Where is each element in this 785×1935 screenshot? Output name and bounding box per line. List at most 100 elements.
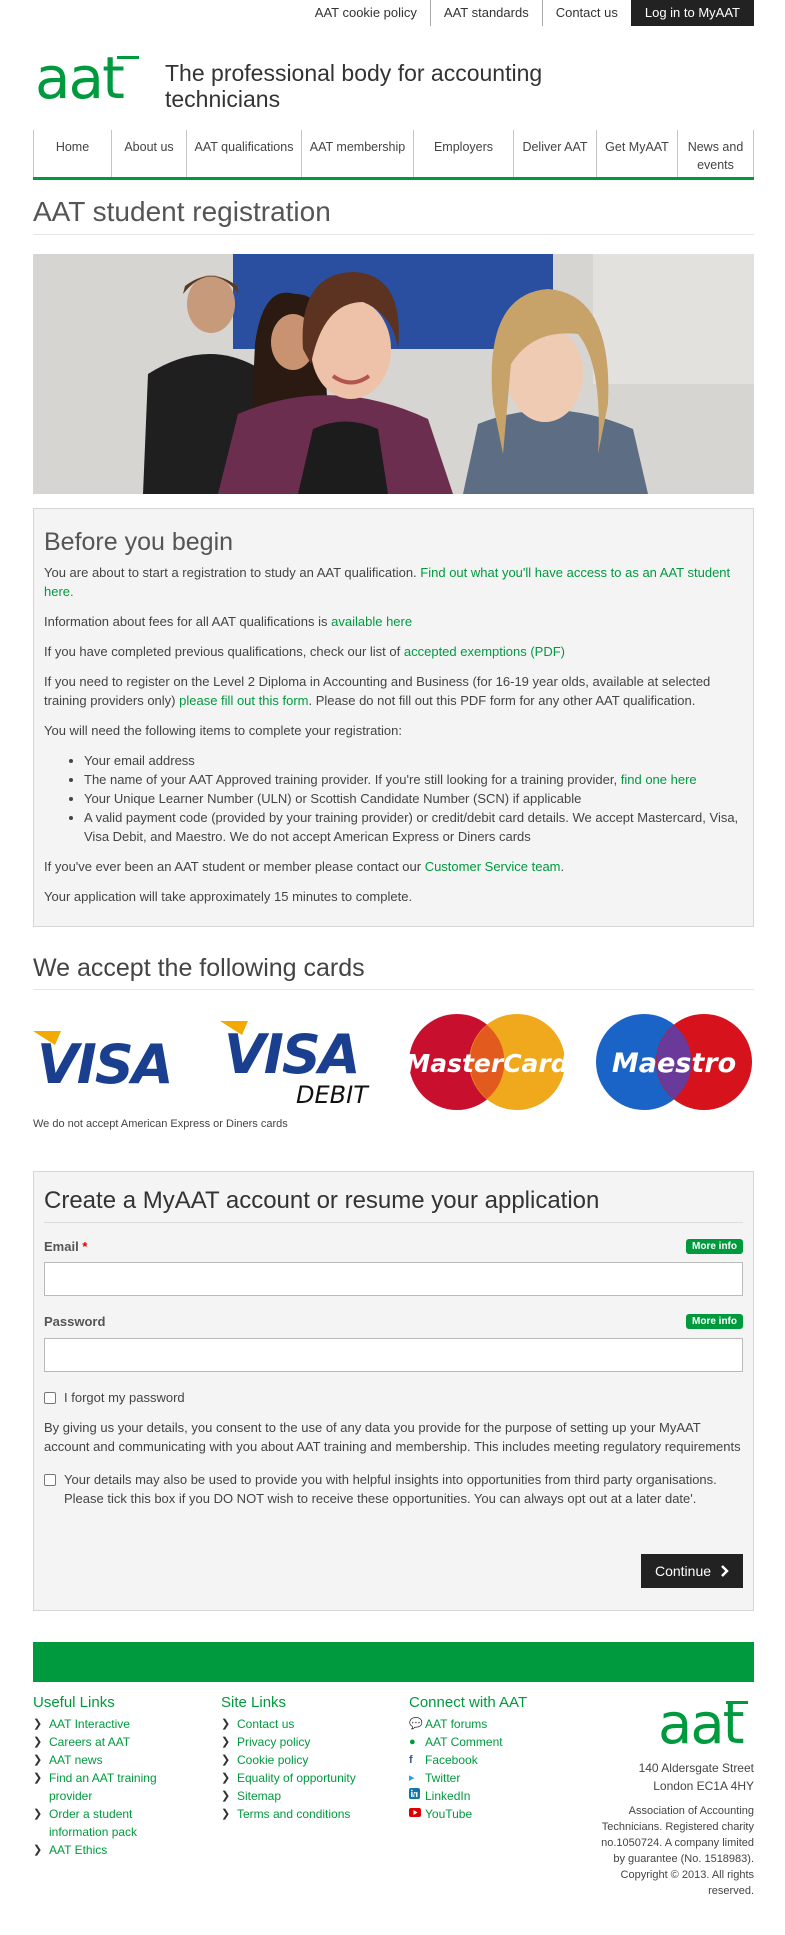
site-header: aat The professional body for accounting… <box>33 32 754 132</box>
footer-link-label: Order a student information pack <box>49 1806 138 1839</box>
forgot-password-checkbox[interactable] <box>44 1391 56 1404</box>
social-link-label: LinkedIn <box>425 1788 471 1803</box>
list-item: The name of your AAT Approved training p… <box>84 770 743 789</box>
footer-link[interactable]: ❯ Cookie policy <box>221 1751 409 1769</box>
mastercard-logo: MasterCard <box>407 1014 567 1110</box>
aat-standards-link[interactable]: AAT standards <box>429 0 542 26</box>
social-link-facebook[interactable]: f Facebook <box>409 1751 597 1769</box>
requirements-list: Your email address The name of your AAT … <box>84 751 743 846</box>
footer-green-band <box>33 1641 754 1682</box>
footer-link[interactable]: ❯ Equality of opportunity <box>221 1769 409 1787</box>
list-item: A valid payment code (provided by your t… <box>84 808 743 846</box>
chevron-right-icon: ❯ <box>33 1843 43 1856</box>
third-party-opt-out-checkbox[interactable] <box>44 1473 56 1486</box>
chevron-right-icon: ❯ <box>221 1717 231 1730</box>
footer-link[interactable]: ❯ Contact us <box>221 1715 409 1733</box>
intro-text: You are about to start a registration to… <box>44 565 417 580</box>
chevron-right-icon: ❯ <box>221 1735 231 1748</box>
social-link-label: AAT forums <box>425 1716 488 1731</box>
password-label-row: Password More info <box>44 1312 743 1332</box>
youtube-icon <box>409 1805 425 1823</box>
social-link-comment[interactable]: ● AAT Comment <box>409 1733 597 1751</box>
customer-service-link[interactable]: Customer Service team <box>425 859 561 874</box>
site-links-heading: Site Links <box>221 1693 287 1711</box>
email-field[interactable] <box>44 1262 743 1296</box>
social-link-youtube[interactable]: YouTube <box>409 1805 597 1823</box>
social-link-label: YouTube <box>425 1806 473 1821</box>
main-nav: Home About us AAT qualifications AAT mem… <box>33 130 754 180</box>
list-item-text: The name of your AAT Approved training p… <box>84 772 618 787</box>
twitter-icon: ▸ <box>409 1771 415 1784</box>
nav-news-and-events[interactable]: News and events <box>677 130 754 177</box>
footer-link[interactable]: ❯ Careers at AAT <box>33 1733 221 1751</box>
forgot-password-row: I forgot my password <box>44 1388 743 1407</box>
exemptions-link[interactable]: accepted exemptions (PDF) <box>404 644 565 659</box>
form-actions: Continue <box>44 1553 743 1588</box>
required-mark: * <box>82 1238 88 1254</box>
nav-deliver-aat[interactable]: Deliver AAT <box>513 130 596 177</box>
footer-link[interactable]: ❯ Sitemap <box>221 1787 409 1805</box>
footer-link-label: AAT Interactive <box>49 1716 130 1731</box>
email-more-info-button[interactable]: More info <box>686 1238 743 1254</box>
continue-label: Continue <box>654 1562 712 1579</box>
continue-button[interactable]: Continue <box>641 1553 743 1588</box>
email-label: Email * <box>44 1237 87 1257</box>
password-field[interactable] <box>44 1337 743 1372</box>
maestro-logo: Maestro <box>596 1014 752 1110</box>
accepted-cards: VISA VISA DEBIT MasterCard Maestro <box>33 1006 754 1118</box>
nav-home[interactable]: Home <box>33 130 111 177</box>
footer-link[interactable]: ❯ Find an AAT training provider <box>33 1769 173 1805</box>
useful-links-heading: Useful Links <box>33 1693 115 1711</box>
footer-link[interactable]: ❯ AAT news <box>33 1751 221 1769</box>
page-title: AAT student registration <box>33 194 754 235</box>
contact-us-link[interactable]: Contact us <box>541 0 631 26</box>
footer-link[interactable]: ❯ Privacy policy <box>221 1733 409 1751</box>
third-party-label: Your details may also be used to provide… <box>64 1471 717 1506</box>
social-link-forums[interactable]: 💬 AAT forums <box>409 1715 597 1733</box>
find-provider-link[interactable]: find one here <box>621 772 697 787</box>
nav-employers[interactable]: Employers <box>413 130 513 177</box>
nav-about-us[interactable]: About us <box>111 130 186 177</box>
top-utility-bar: AAT cookie policy AAT standards Contact … <box>33 0 754 32</box>
forgot-password-label: I forgot my password <box>64 1389 185 1405</box>
fees-link[interactable]: available here <box>331 614 412 629</box>
nav-aat-membership[interactable]: AAT membership <box>301 130 413 177</box>
facebook-icon: f <box>409 1753 413 1766</box>
customer-service-paragraph: If you've ever been an AAT student or me… <box>44 857 743 876</box>
login-myaat-button[interactable]: Log in to MyAAT <box>630 0 754 26</box>
maestro-logo-text: Maestro <box>612 1048 736 1079</box>
third-party-row: Your details may also be used to provide… <box>44 1470 743 1508</box>
legal-text: Association of Accounting Technicians. R… <box>601 1804 754 1897</box>
site-tagline: The professional body for accounting tec… <box>165 60 543 112</box>
duration-paragraph: Your application will take approximately… <box>44 889 413 904</box>
connect-heading: Connect with AAT <box>409 1693 528 1711</box>
chevron-right-icon: ❯ <box>221 1753 231 1766</box>
nav-aat-qualifications[interactable]: AAT qualifications <box>186 130 301 177</box>
footer-aat-logo[interactable]: aat <box>594 1693 754 1753</box>
level2-form-link[interactable]: please fill out this form <box>179 693 308 708</box>
customer-service-end: . <box>560 859 565 874</box>
password-label: Password <box>44 1314 106 1329</box>
intro-paragraph: You are about to start a registration to… <box>44 563 743 601</box>
footer-link[interactable]: ❯ AAT Interactive <box>33 1715 221 1733</box>
chevron-right-icon: ❯ <box>33 1735 43 1748</box>
email-label-text: Email <box>44 1238 79 1254</box>
social-link-linkedin[interactable]: LinkedIn <box>409 1787 597 1805</box>
chat-icon: 💬 <box>409 1717 423 1730</box>
aat-logo[interactable]: aat <box>35 44 145 120</box>
address-line-1: 140 Aldersgate Street <box>638 1760 754 1775</box>
footer-link-label: AAT Ethics <box>49 1842 108 1857</box>
cookie-policy-link[interactable]: AAT cookie policy <box>302 0 430 26</box>
fees-paragraph: Information about fees for all AAT quali… <box>44 612 743 631</box>
password-more-info-button[interactable]: More info <box>686 1314 743 1330</box>
social-link-twitter[interactable]: ▸ Twitter <box>409 1769 597 1787</box>
nav-get-myaat[interactable]: Get MyAAT <box>596 130 677 177</box>
footer-link[interactable]: ❯ AAT Ethics <box>33 1841 221 1859</box>
visa-debit-logo-text: VISA <box>224 1023 359 1086</box>
cards-heading: We accept the following cards <box>33 953 754 990</box>
level2-paragraph: If you need to register on the Level 2 D… <box>44 672 743 710</box>
visa-logo-text: VISA <box>37 1033 172 1096</box>
footer-link[interactable]: ❯ Terms and conditions <box>221 1805 409 1823</box>
footer-link[interactable]: ❯ Order a student information pack <box>33 1805 173 1841</box>
fees-text: Information about fees for all AAT quali… <box>44 614 328 629</box>
